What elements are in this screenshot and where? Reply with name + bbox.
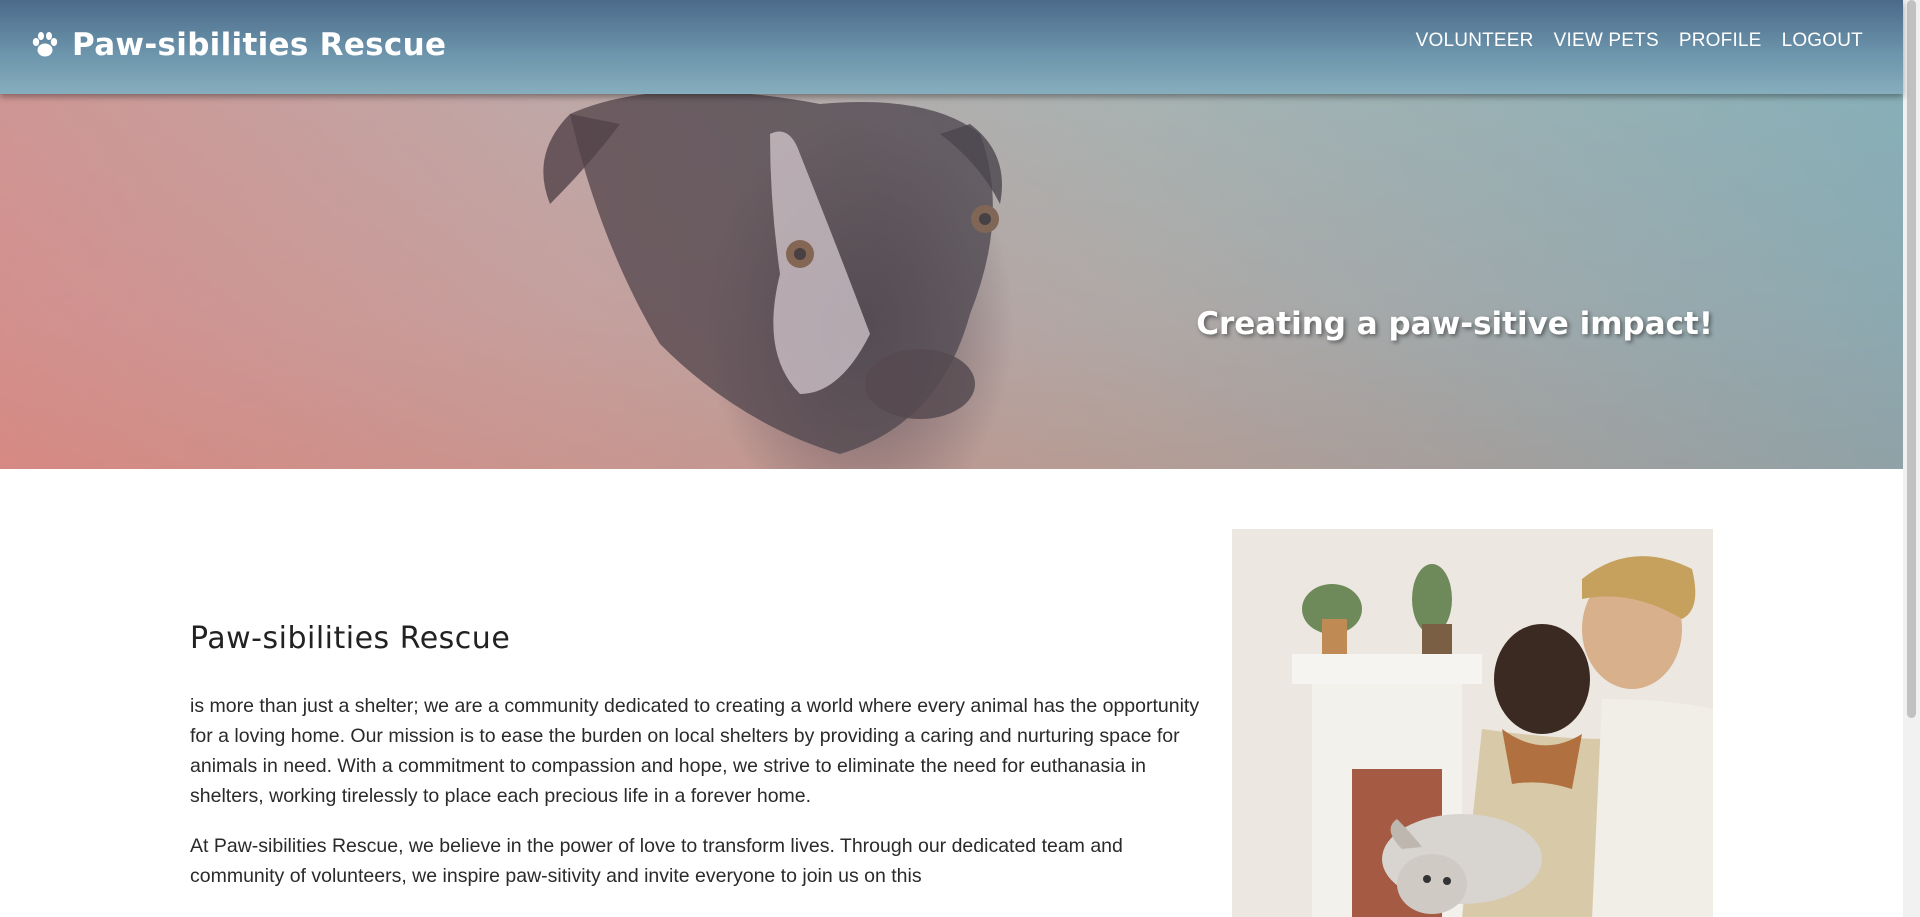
hero-banner: Creating a paw-sitive impact!: [0, 94, 1903, 469]
about-paragraph: At Paw-sibilities Rescue, we believe in …: [190, 835, 1123, 887]
top-navbar: Paw-sibilities Rescue VOLUNTEER VIEW PET…: [0, 0, 1903, 94]
about-section: Paw-sibilities Rescue is more than just …: [190, 469, 1713, 917]
brand-name: Paw-sibilities Rescue: [72, 27, 447, 63]
nav-view-pets-link[interactable]: VIEW PETS: [1554, 30, 1659, 52]
about-title: Paw-sibilities Rescue: [190, 621, 511, 656]
page-scrollbar[interactable]: [1903, 0, 1920, 917]
nav-profile-link[interactable]: PROFILE: [1679, 30, 1762, 52]
page: Paw-sibilities Rescue VOLUNTEER VIEW PET…: [0, 0, 1920, 917]
about-paragraph: is more than just a shelter; we are a co…: [190, 695, 1200, 807]
about-text: is more than just a shelter; we are a co…: [190, 691, 1200, 911]
nav-volunteer-link[interactable]: VOLUNTEER: [1416, 30, 1534, 52]
hero-color-overlay: [0, 94, 1903, 469]
couple-with-cat-image: [1232, 529, 1713, 917]
adopters-photo: [1232, 529, 1713, 917]
paw-icon: [32, 32, 58, 57]
nav-logout-link[interactable]: LOGOUT: [1782, 30, 1863, 52]
hero-tagline: Creating a paw-sitive impact!: [1196, 306, 1713, 342]
scrollbar-thumb[interactable]: [1907, 0, 1916, 718]
brand-home-link[interactable]: Paw-sibilities Rescue: [30, 22, 446, 68]
main-nav: VOLUNTEER VIEW PETS PROFILE LOGOUT: [1416, 30, 1863, 52]
